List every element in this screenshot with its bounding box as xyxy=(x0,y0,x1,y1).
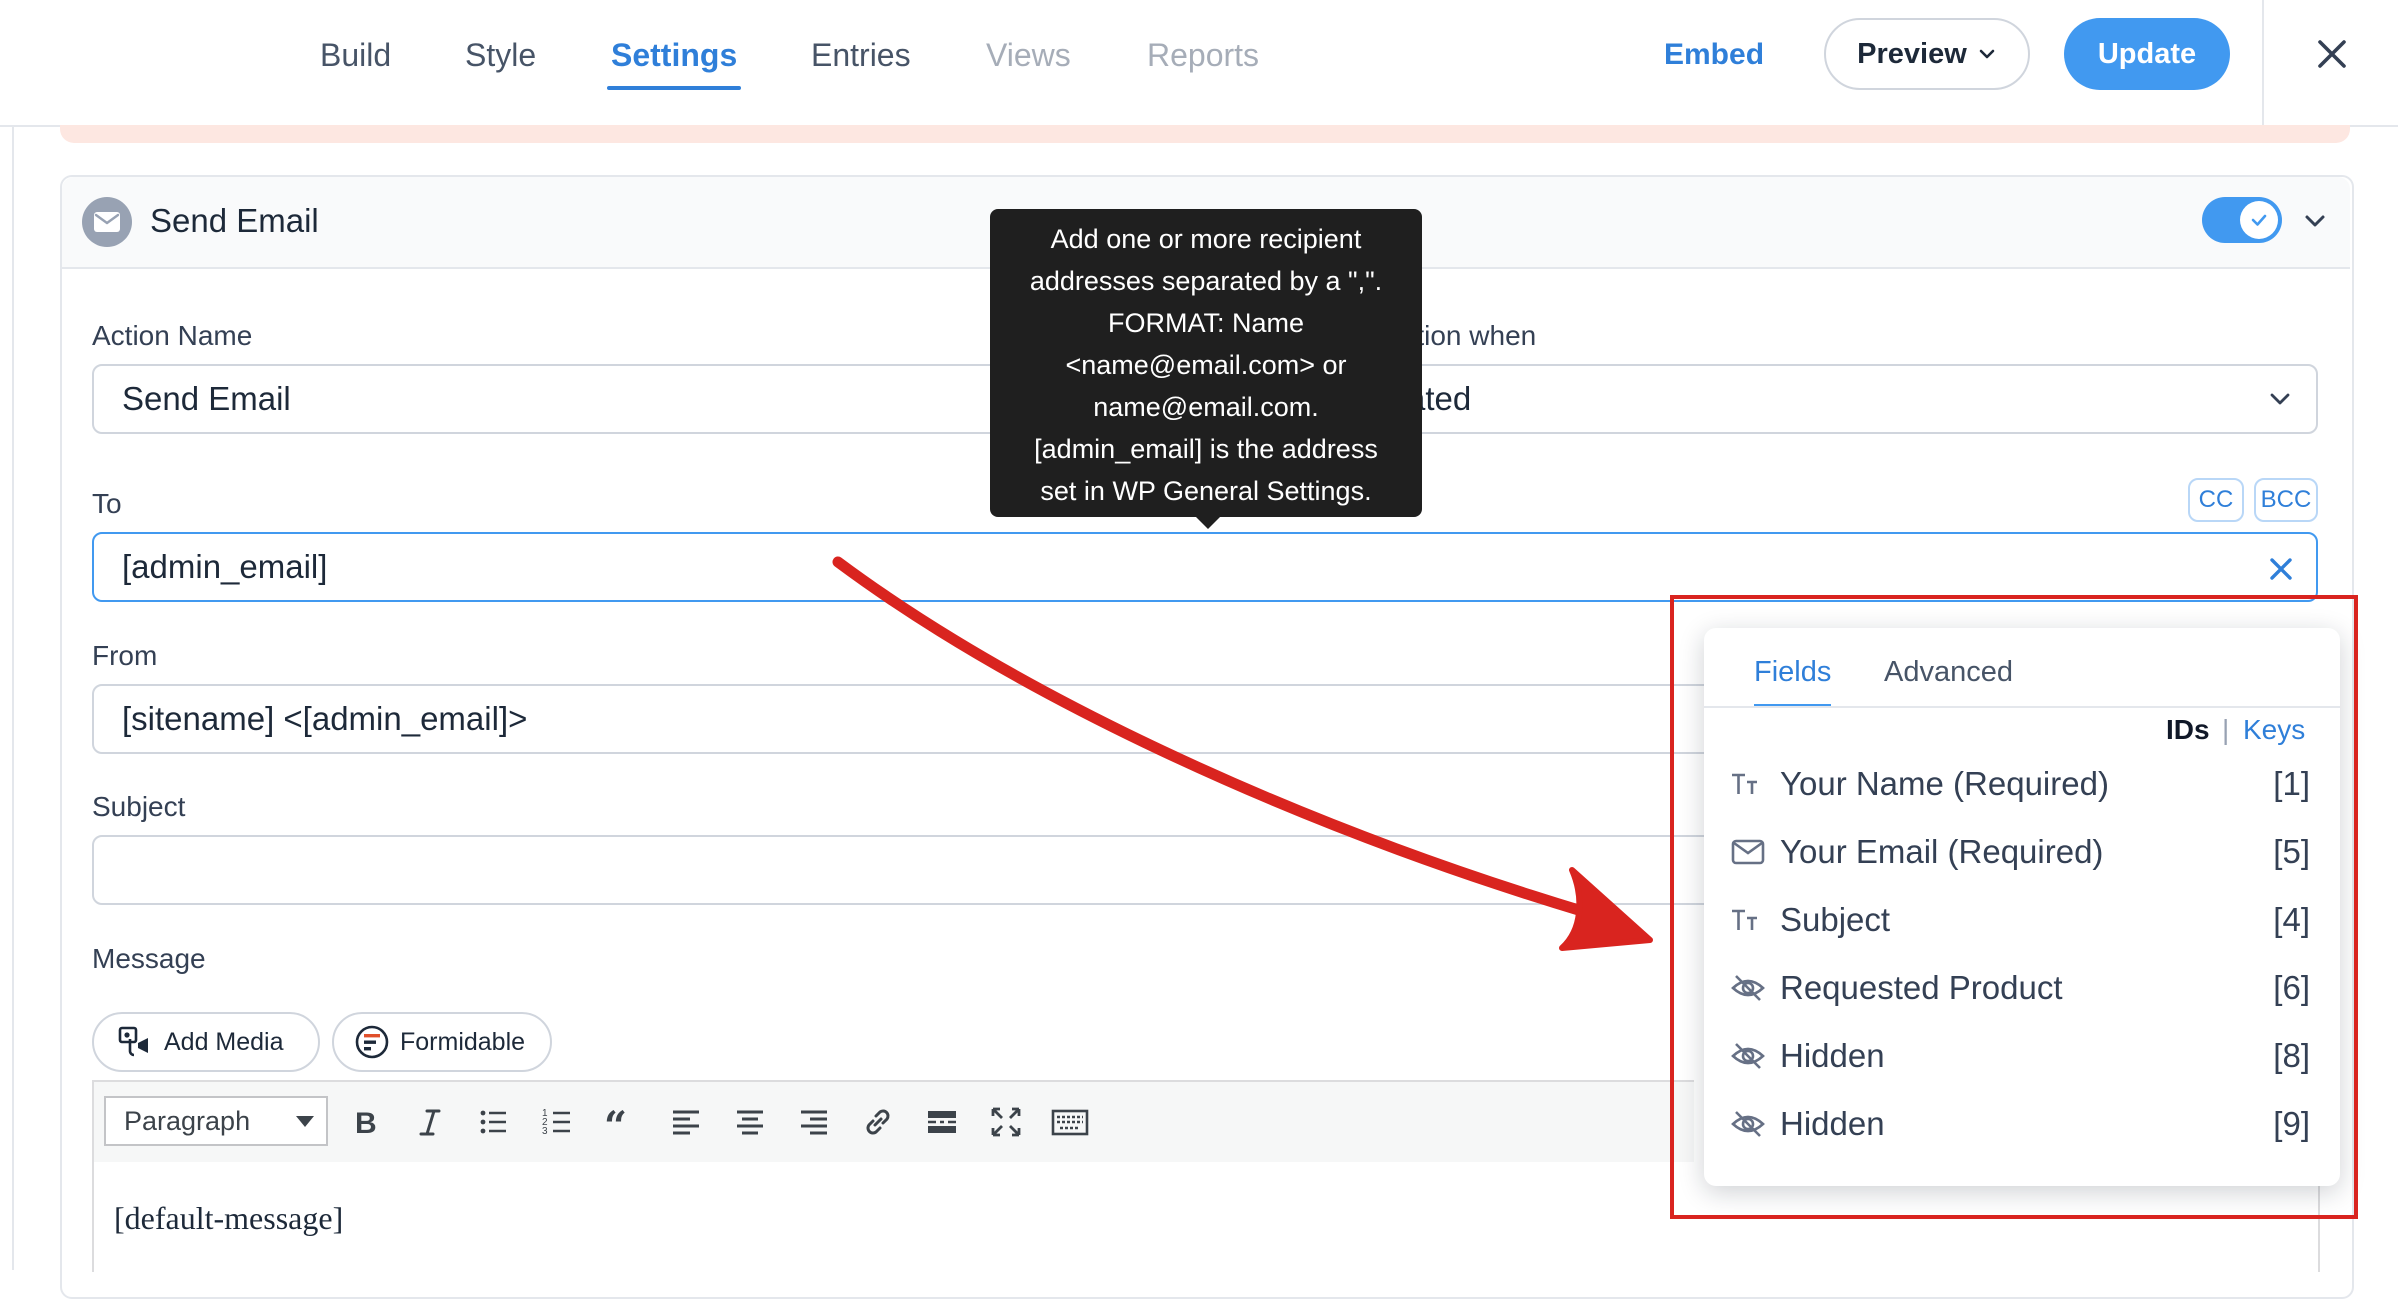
tab-entries[interactable]: Entries xyxy=(811,30,911,80)
close-icon[interactable] xyxy=(2310,32,2354,76)
cc-button[interactable]: CC xyxy=(2188,478,2244,522)
divider xyxy=(2262,0,2264,125)
media-icon xyxy=(118,1026,148,1057)
top-navigation-bar: Build Style Settings Entries Views Repor… xyxy=(0,0,2398,127)
toggle-knob xyxy=(2240,201,2278,239)
blockquote-icon[interactable]: “ xyxy=(602,1102,642,1142)
formidable-button[interactable]: Formidable xyxy=(332,1012,552,1072)
preview-button[interactable]: Preview xyxy=(1824,18,2030,90)
clear-icon[interactable] xyxy=(2264,552,2298,586)
update-button[interactable]: Update xyxy=(2064,18,2230,90)
tab-reports[interactable]: Reports xyxy=(1147,30,1259,80)
envelope-icon xyxy=(82,197,132,247)
to-label: To xyxy=(92,488,122,519)
tooltip-line: [admin_email] is the address xyxy=(1034,434,1378,464)
to-input[interactable]: [admin_email] xyxy=(92,532,2318,602)
tooltip-line: addresses separated by a ",". xyxy=(1029,266,1383,296)
bold-icon[interactable]: B xyxy=(346,1102,386,1142)
from-label: From xyxy=(92,640,158,671)
recipient-help-tooltip: Add one or more recipient addresses sepa… xyxy=(990,209,1422,517)
keyboard-icon[interactable] xyxy=(1050,1102,1090,1142)
action-title: Send Email xyxy=(150,202,319,239)
tooltip-line: <name@email.com> or xyxy=(1065,350,1347,380)
message-label: Message xyxy=(92,943,206,974)
align-right-icon[interactable] xyxy=(794,1102,834,1142)
tab-build[interactable]: Build xyxy=(320,30,391,80)
numbered-list-icon[interactable]: 123 xyxy=(538,1102,578,1142)
subject-label: Subject xyxy=(92,791,186,822)
tooltip-line: name@email.com. xyxy=(1093,392,1319,422)
tooltip-pointer xyxy=(1194,515,1222,529)
action-enabled-toggle[interactable] xyxy=(2202,197,2282,243)
action-name-label: Action Name xyxy=(92,320,253,351)
fullscreen-icon[interactable] xyxy=(986,1102,1026,1142)
collapse-chevron-icon[interactable] xyxy=(2302,208,2328,234)
formidable-logo-icon xyxy=(355,1025,389,1059)
chevron-down-icon xyxy=(1979,49,1995,59)
divider xyxy=(12,125,14,1270)
add-media-label: Add Media xyxy=(164,1027,284,1056)
embed-link[interactable]: Embed xyxy=(1664,30,1764,80)
add-media-button[interactable]: Add Media xyxy=(92,1012,320,1072)
message-content[interactable]: [default-message] xyxy=(114,1200,343,1237)
bcc-button[interactable]: BCC xyxy=(2254,478,2318,522)
checkmark-icon xyxy=(2251,214,2267,226)
bullet-list-icon[interactable] xyxy=(474,1102,514,1142)
align-left-icon[interactable] xyxy=(666,1102,706,1142)
align-center-icon[interactable] xyxy=(730,1102,770,1142)
paragraph-format-select[interactable]: Paragraph xyxy=(104,1096,328,1146)
svg-text:“: “ xyxy=(604,1103,627,1142)
tooltip-line: Add one or more recipient xyxy=(1050,224,1362,254)
annotation-highlight-box xyxy=(1670,595,2358,1219)
preview-label: Preview xyxy=(1857,37,1967,70)
alert-strip xyxy=(60,125,2350,143)
formidable-label: Formidable xyxy=(400,1027,526,1056)
svg-text:B: B xyxy=(355,1107,377,1140)
tab-views[interactable]: Views xyxy=(986,30,1071,80)
tab-style[interactable]: Style xyxy=(465,30,536,80)
tooltip-line: FORMAT: Name xyxy=(1107,308,1304,338)
tooltip-line: set in WP General Settings. xyxy=(1040,476,1372,506)
read-more-icon[interactable] xyxy=(922,1102,962,1142)
select-caret-icon xyxy=(296,1116,314,1127)
italic-icon[interactable] xyxy=(410,1102,450,1142)
chevron-down-icon xyxy=(2270,393,2290,405)
tab-settings[interactable]: Settings xyxy=(606,30,742,90)
svg-text:3: 3 xyxy=(542,1126,548,1137)
link-icon[interactable] xyxy=(858,1102,898,1142)
paragraph-select-value: Paragraph xyxy=(124,1106,251,1136)
